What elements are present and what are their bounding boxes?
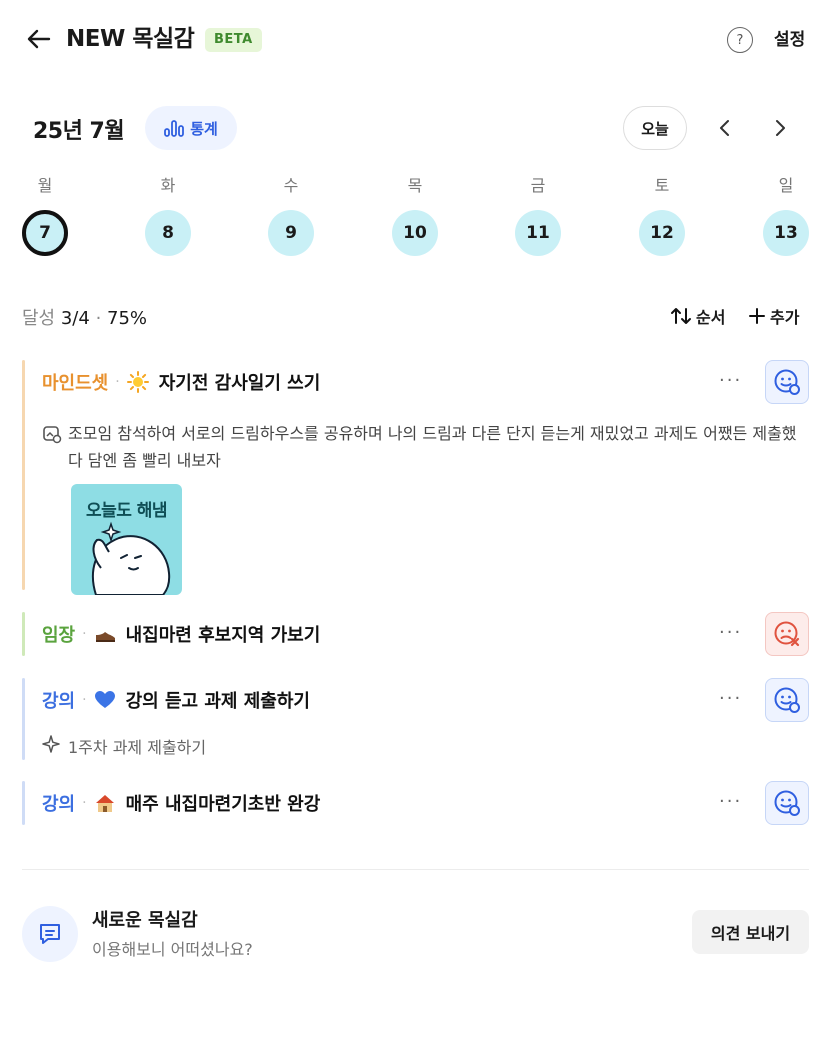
sad-x-icon[interactable]: [765, 612, 809, 656]
habit-header: 강의 · 강의 듣고 과제 제출하기: [42, 678, 310, 722]
add-label: 추가: [770, 308, 800, 327]
house-icon: [94, 792, 116, 814]
day-button-selected[interactable]: 7: [22, 210, 68, 256]
weekday-label: 금: [530, 176, 546, 195]
day-button[interactable]: 9: [268, 210, 314, 256]
progress-label: 달성: [22, 308, 56, 329]
divider: [22, 869, 809, 870]
memo-image-icon: [42, 420, 62, 474]
send-feedback-button[interactable]: 의견 보내기: [692, 910, 809, 954]
sparkle-icon: [42, 735, 60, 757]
habit-header: 임장 · 내집마련 후보지역 가보기: [42, 612, 320, 656]
sun-icon: [126, 371, 149, 393]
day-button[interactable]: 13: [763, 210, 809, 256]
sticker-image[interactable]: 오늘도 해냄: [71, 484, 182, 595]
category-bar: [22, 612, 25, 656]
chat-message-icon: [22, 906, 78, 962]
more-options-icon[interactable]: ···: [719, 688, 742, 709]
feedback-title: 새로운 목실감: [92, 910, 198, 931]
smile-check-icon[interactable]: [765, 781, 809, 825]
stats-label: 통계: [190, 119, 218, 138]
back-arrow-icon[interactable]: [24, 24, 54, 54]
separator-dot: ·: [82, 626, 87, 642]
question-circle-icon[interactable]: ?: [727, 27, 753, 53]
beta-badge: BETA: [205, 28, 262, 52]
habit-title: 매주 내집마련기초반 완강: [125, 794, 321, 815]
note-text: 조모임 참석하여 서로의 드림하우스를 공유하며 나의 드림과 다른 단지 듣는…: [68, 424, 797, 470]
smile-check-icon[interactable]: [765, 678, 809, 722]
weekday-label: 토: [654, 176, 670, 195]
separator-dot: ·: [82, 795, 87, 811]
settings-button[interactable]: 설정: [774, 28, 805, 52]
progress-summary: 달성 3/4 · 75%: [22, 304, 147, 330]
habit-header: 강의 · 매주 내집마련기초반 완강: [42, 781, 320, 825]
habit-item[interactable]: 강의 · 매주 내집마련기초반 완강 ···: [22, 781, 809, 825]
feedback-subtitle: 이용해보니 어떠셨나요?: [92, 940, 253, 959]
separator-dot: ·: [82, 692, 87, 708]
habit-note: 조모임 참석하여 서로의 드림하우스를 공유하며 나의 드림과 다른 단지 듣는…: [42, 420, 812, 474]
blue-heart-icon: [94, 689, 116, 711]
separator-dot: ·: [115, 374, 120, 390]
subtask-text: 1주차 과제 제출하기: [68, 738, 207, 757]
weekday-label: 월: [37, 176, 53, 195]
day-button[interactable]: 10: [392, 210, 438, 256]
weekday-label: 수: [283, 176, 299, 195]
plus-icon: [749, 308, 765, 324]
habit-item[interactable]: 마인드셋 · 자기전 감사일기 쓰기 ··· 조모임 참석하여 서로의 드림하우…: [22, 360, 812, 595]
category-label: 강의: [42, 691, 76, 712]
sort-arrows-icon: [671, 308, 691, 324]
month-label: 25년 7월: [33, 119, 125, 144]
stats-button[interactable]: 통계: [145, 106, 237, 150]
day-button[interactable]: 11: [515, 210, 561, 256]
today-button[interactable]: 오늘: [623, 106, 687, 150]
more-options-icon[interactable]: ···: [719, 370, 742, 391]
category-bar: [22, 781, 25, 825]
subtask: 1주차 과제 제출하기: [42, 734, 206, 758]
day-button[interactable]: 12: [639, 210, 685, 256]
category-label: 마인드셋: [42, 373, 109, 394]
category-bar: [22, 678, 25, 760]
smile-check-icon[interactable]: [765, 360, 809, 404]
habit-title: 자기전 감사일기 쓰기: [158, 373, 321, 394]
progress-count: 3/4: [60, 308, 90, 329]
weekday-label: 화: [160, 176, 176, 195]
bar-chart-icon: [164, 120, 185, 137]
chevron-left-icon[interactable]: [711, 115, 737, 141]
sticker-character: [92, 521, 171, 595]
sort-label: 순서: [696, 308, 726, 327]
progress-percent: 75%: [107, 308, 148, 329]
habit-header: 마인드셋 · 자기전 감사일기 쓰기: [42, 360, 320, 404]
habit-item[interactable]: 강의 · 강의 듣고 과제 제출하기 ··· 1주차 과제 제출하기: [22, 678, 809, 760]
chevron-right-icon[interactable]: [768, 115, 794, 141]
page-title: NEW 목실감: [66, 26, 195, 52]
habit-title: 강의 듣고 과제 제출하기: [125, 691, 310, 712]
day-button[interactable]: 8: [145, 210, 191, 256]
category-label: 강의: [42, 794, 76, 815]
more-options-icon[interactable]: ···: [719, 622, 742, 643]
more-options-icon[interactable]: ···: [719, 791, 742, 812]
habit-title: 내집마련 후보지역 가보기: [125, 625, 321, 646]
weekday-label: 일: [778, 176, 794, 195]
weekday-label: 목: [407, 176, 423, 195]
app-header: NEW 목실감 BETA ? 설정: [0, 0, 827, 80]
sort-button[interactable]: 순서: [670, 304, 725, 328]
add-button[interactable]: 추가: [748, 304, 799, 328]
shoe-icon: [94, 623, 116, 645]
habit-item[interactable]: 임장 · 내집마련 후보지역 가보기 ···: [22, 612, 809, 656]
category-bar: [22, 360, 25, 590]
progress-separator: ·: [95, 308, 102, 329]
category-label: 임장: [42, 625, 76, 646]
